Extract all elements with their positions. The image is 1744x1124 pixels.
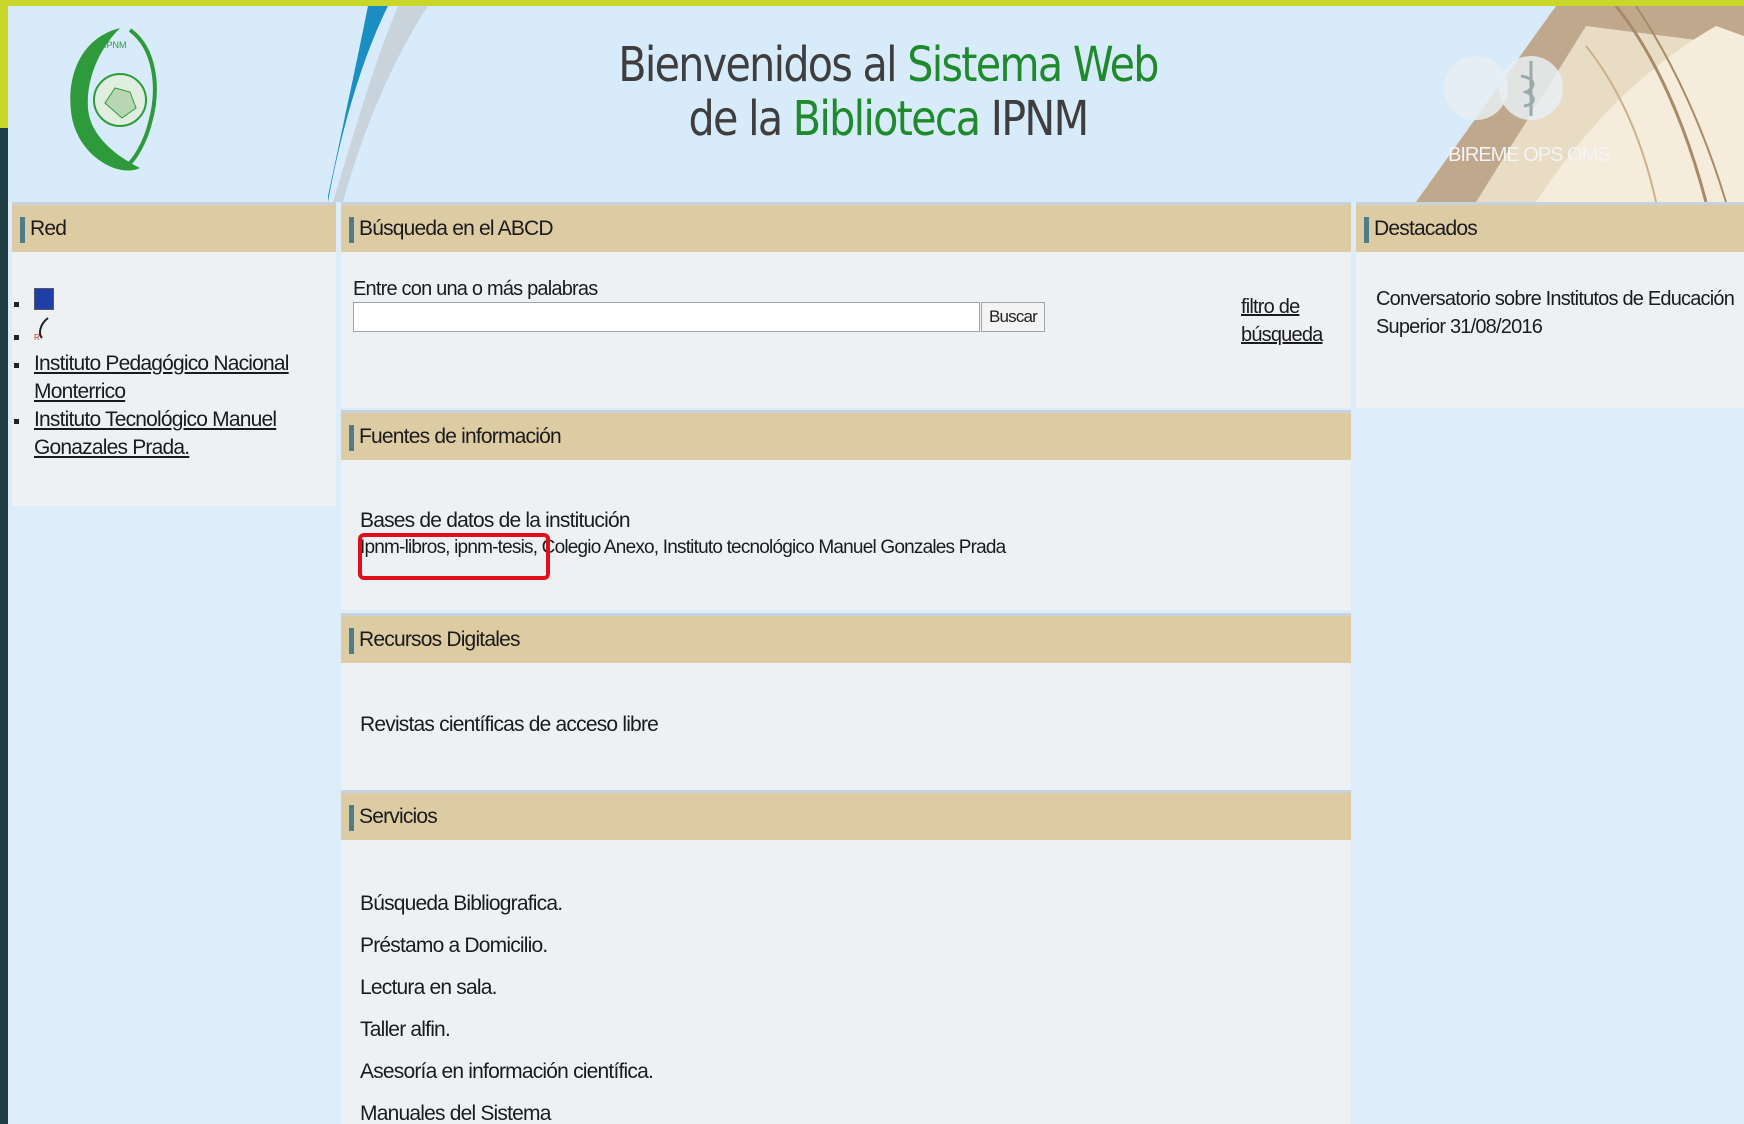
network-link-ipnm-line2[interactable]: Monterrico: [34, 380, 126, 404]
page: IPNM Bienvenidos al Sistema Web de la Bi…: [8, 6, 1744, 1124]
network-link-ipnm[interactable]: Instituto Pedagógico Nacional: [34, 352, 289, 376]
search-filter-link[interactable]: filtro de: [1241, 296, 1300, 319]
panel-header: Destacados: [1356, 202, 1744, 252]
panel-header: Red: [12, 202, 336, 252]
panel-header: Servicios: [341, 790, 1351, 840]
panel-title: Red: [30, 217, 67, 240]
service-item[interactable]: Búsqueda Bibliografica.: [360, 892, 563, 916]
search-button[interactable]: Buscar: [981, 302, 1045, 332]
title-text: IPNM: [979, 91, 1089, 147]
service-item[interactable]: Préstamo a Domicilio.: [360, 934, 548, 958]
featured-item[interactable]: Conversatorio sobre Institutos de Educac…: [1376, 288, 1735, 311]
panel-title: Recursos Digitales: [359, 628, 520, 651]
site-title: Bienvenidos al Sistema Web de la Bibliot…: [613, 38, 1163, 146]
services-panel: Servicios Búsqueda Bibliografica. Présta…: [341, 790, 1351, 1124]
panel-header: Recursos Digitales: [341, 613, 1351, 663]
partner-logos-caption: BIREME OPS OMS: [1448, 144, 1611, 166]
highlight-annotation-box: [358, 533, 550, 580]
globe-icon: [1444, 56, 1508, 120]
ipnm-logo: IPNM: [70, 28, 157, 171]
service-item[interactable]: Taller alfin.: [360, 1018, 451, 1042]
digital-resource-item[interactable]: Revistas científicas de acceso libre: [360, 713, 659, 737]
site-header: IPNM Bienvenidos al Sistema Web de la Bi…: [8, 6, 1744, 202]
panel-header: Búsqueda en el ABCD: [341, 202, 1351, 252]
network-logo-icon[interactable]: R: [34, 316, 56, 342]
panel-title: Fuentes de información: [359, 425, 562, 448]
panel-title: Búsqueda en el ABCD: [359, 217, 554, 240]
service-item[interactable]: Asesoría en información científica.: [360, 1060, 654, 1084]
panel-title: Destacados: [1374, 217, 1478, 240]
title-text-highlight: Sistema Web: [907, 37, 1159, 93]
header-swoosh-decoration: [328, 6, 428, 202]
book-banner-image: [1416, 6, 1744, 202]
title-text-highlight: Biblioteca: [792, 91, 981, 147]
svg-text:R: R: [34, 333, 40, 342]
svg-text:IPNM: IPNM: [104, 40, 127, 50]
sources-panel: Fuentes de información Bases de datos de…: [341, 410, 1351, 610]
search-filter-link-line2[interactable]: búsqueda: [1241, 324, 1323, 347]
digital-resources-panel: Recursos Digitales Revistas científicas …: [341, 613, 1351, 791]
service-item[interactable]: Manuales del Sistema: [360, 1102, 551, 1124]
featured-panel: Destacados Conversatorio sobre Instituto…: [1356, 202, 1744, 408]
title-text: de la: [688, 91, 793, 147]
title-text: Bienvenidos al: [618, 37, 908, 93]
network-panel: Red R Instituto Pedagógico Nacional Mont…: [12, 202, 336, 506]
eu-flag-icon[interactable]: [34, 288, 54, 310]
network-link-itmgp[interactable]: Instituto Tecnológico Manuel: [34, 408, 277, 432]
search-input[interactable]: [353, 302, 980, 332]
featured-item-line2[interactable]: Superior 31/08/2016: [1376, 316, 1543, 339]
service-item[interactable]: Lectura en sala.: [360, 976, 497, 1000]
sources-subtitle: Bases de datos de la institución: [360, 509, 631, 532]
network-link-itmgp-line2[interactable]: Gonazales Prada.: [34, 436, 190, 460]
search-panel: Búsqueda en el ABCD Entre con una o más …: [341, 202, 1351, 408]
panel-title: Servicios: [359, 805, 438, 828]
panel-header: Fuentes de información: [341, 410, 1351, 460]
